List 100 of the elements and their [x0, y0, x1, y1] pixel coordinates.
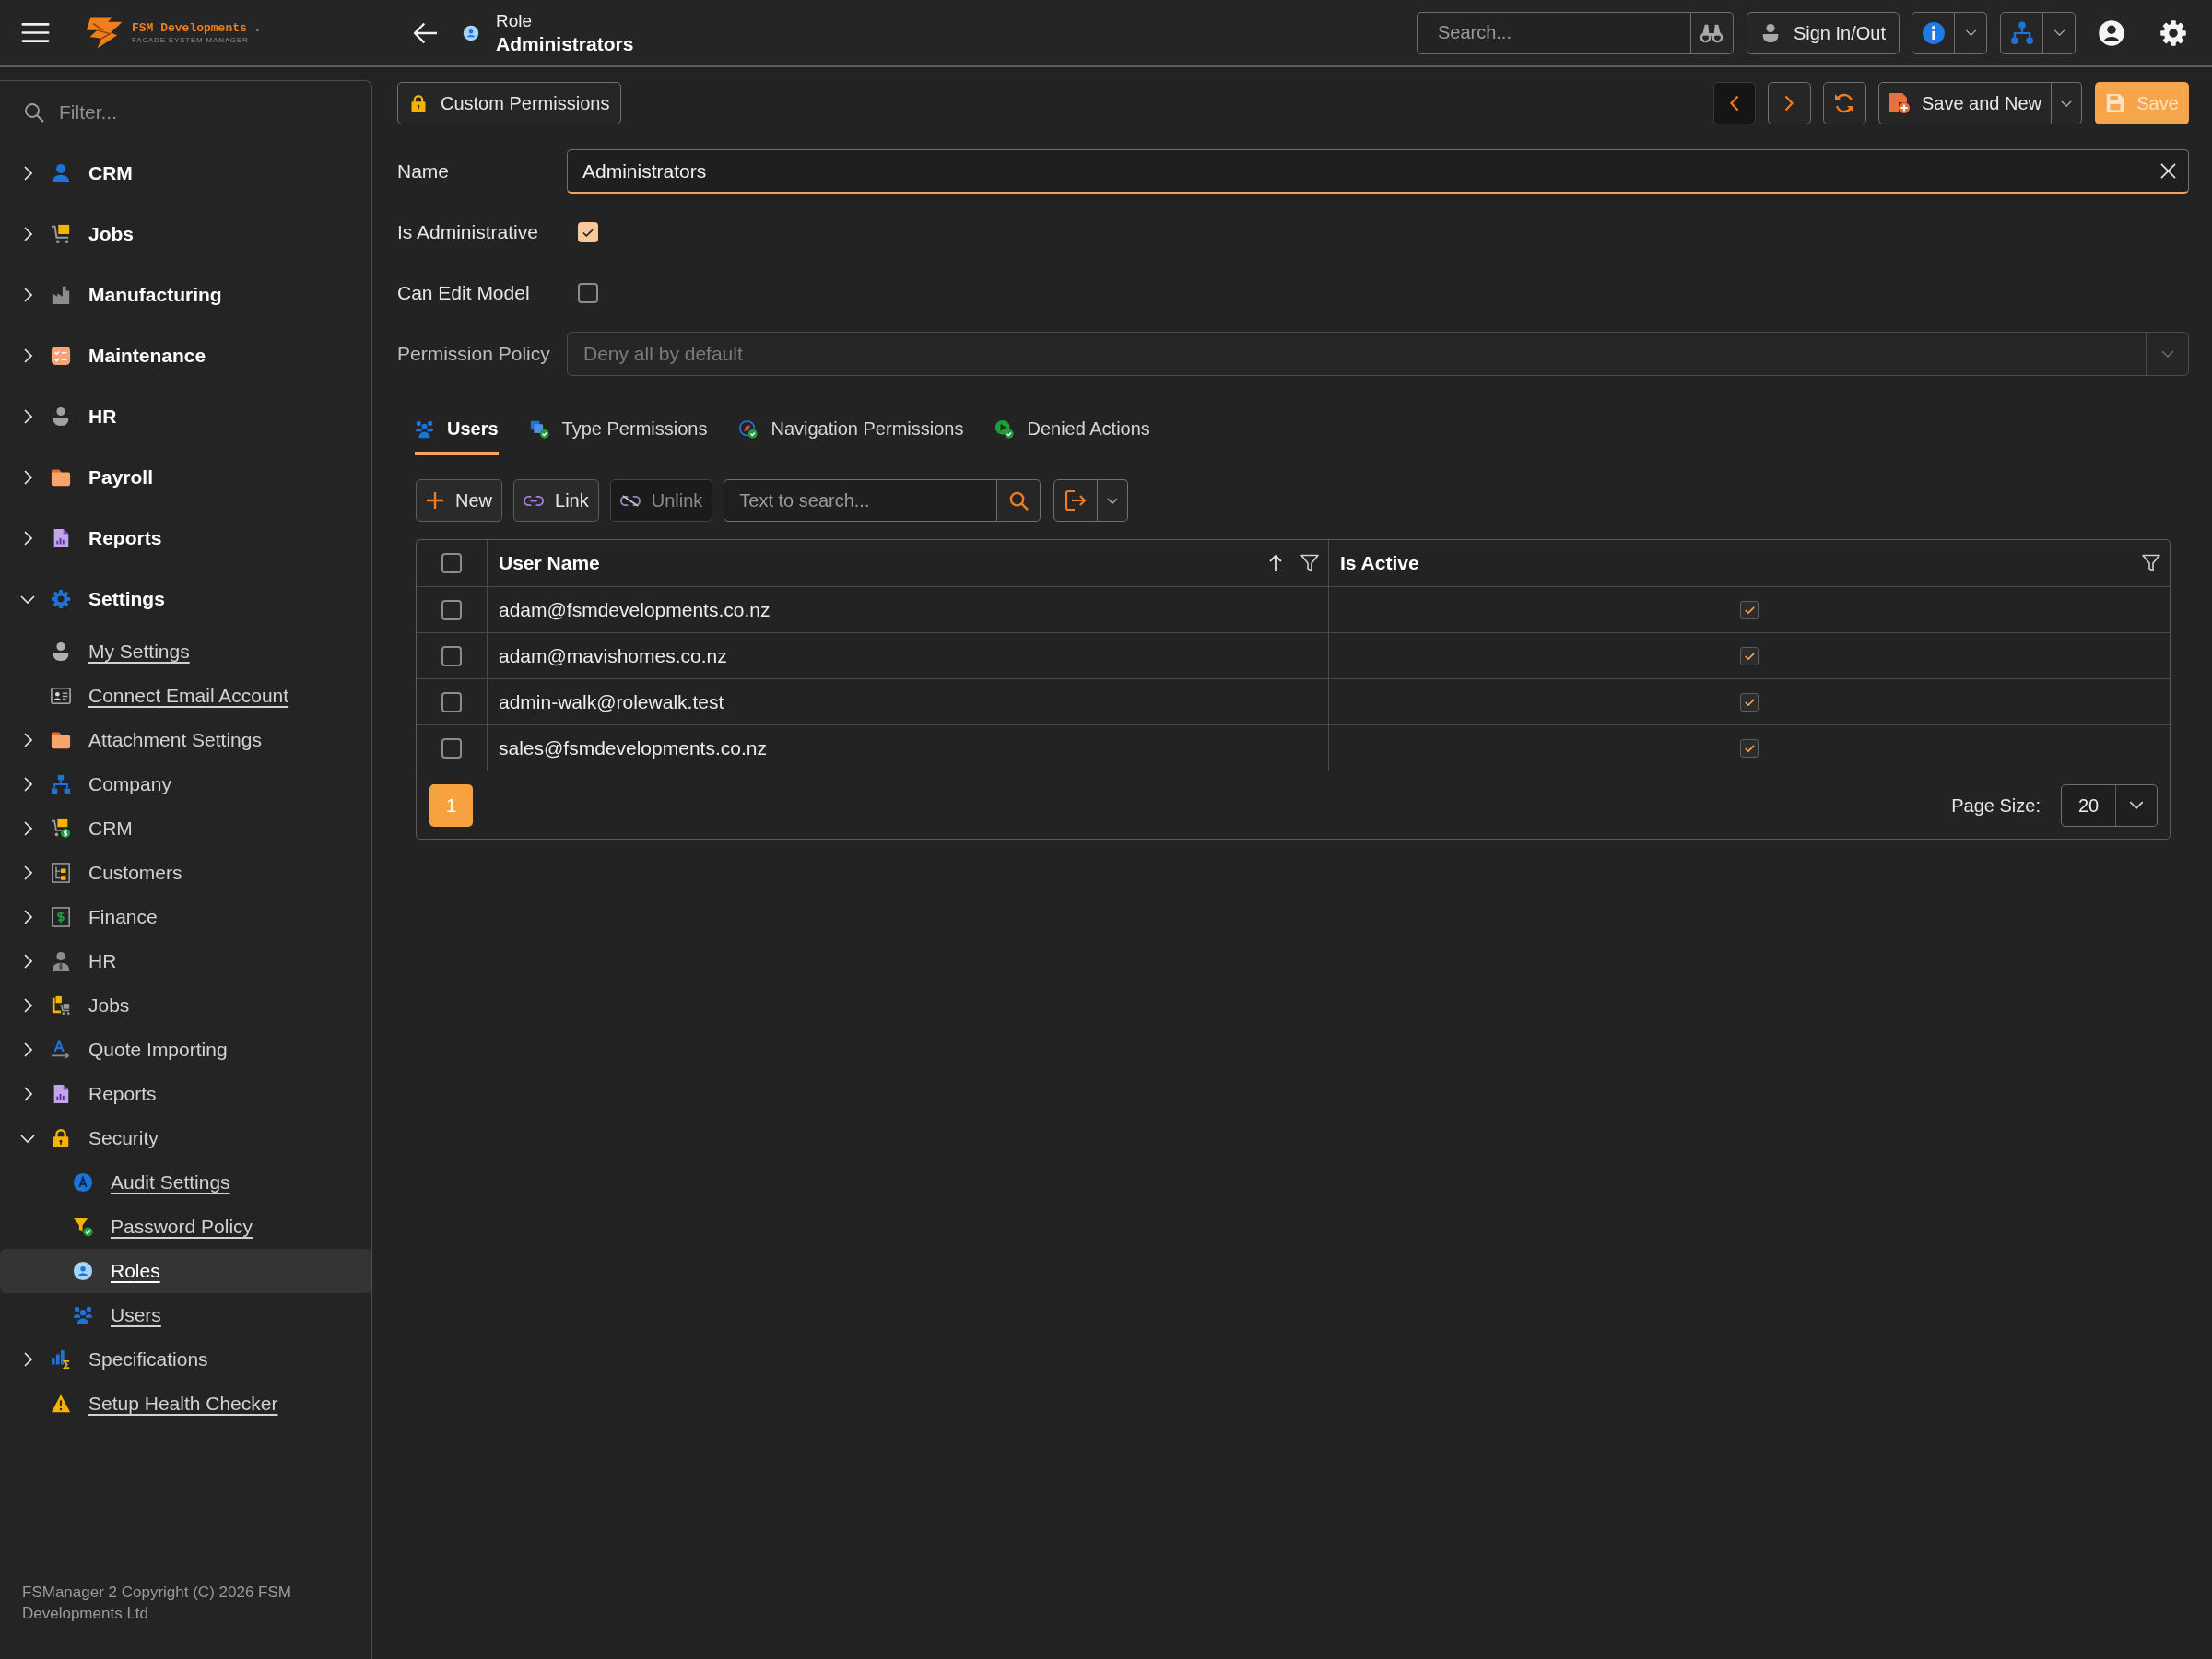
chevron-down-icon[interactable] [20, 594, 35, 604]
chevron-right-icon[interactable] [23, 777, 32, 792]
chevron-right-icon[interactable] [23, 1042, 32, 1057]
factory-icon [51, 285, 71, 305]
nav-item[interactable]: Reports [88, 1079, 157, 1109]
select-all-checkbox[interactable] [441, 553, 462, 573]
checkbox[interactable] [1740, 738, 1759, 758]
chevron-right-icon[interactable] [23, 531, 32, 546]
org-chart-button[interactable] [2000, 11, 2043, 54]
filter-icon[interactable] [2142, 554, 2160, 572]
nav-item[interactable]: Payroll [88, 463, 154, 492]
nav-item[interactable]: Security [88, 1124, 159, 1153]
search-field[interactable]: Search... [1416, 11, 1691, 54]
chevron-right-icon[interactable] [23, 409, 32, 424]
chevron-right-icon[interactable] [23, 348, 32, 363]
chevron-right-icon[interactable] [23, 910, 32, 924]
sign-in-button[interactable]: Sign In/Out [1746, 11, 1900, 54]
nav-item[interactable]: Specifications [88, 1345, 208, 1374]
tab[interactable]: Users [415, 406, 499, 455]
menu-icon[interactable] [21, 22, 50, 43]
lock-icon [409, 93, 428, 113]
dropdown-button[interactable] [2043, 11, 2076, 54]
page-size-dropdown[interactable]: 20 [2061, 783, 2158, 827]
search-button[interactable] [997, 479, 1041, 522]
close-icon[interactable] [2160, 163, 2176, 179]
filter-icon[interactable] [1300, 554, 1319, 572]
nav-item[interactable]: Company [88, 770, 171, 799]
user-circle-icon[interactable] [2098, 18, 2125, 47]
chevron-right-icon[interactable] [23, 865, 32, 880]
row-checkbox[interactable] [441, 645, 462, 666]
chevron-right-icon[interactable] [23, 1352, 32, 1367]
checkbox[interactable] [1740, 692, 1759, 712]
custom-permissions-button[interactable]: Custom Permissions [397, 82, 622, 124]
check-icon [1744, 744, 1755, 752]
checkbox[interactable] [1740, 600, 1759, 619]
row-checkbox[interactable] [441, 599, 462, 620]
nav-link[interactable]: My Settings [88, 637, 190, 666]
copyright-text: FSManager 2 Copyright (C) 2026 FSM Developments Ltd [22, 1583, 292, 1624]
checkbox[interactable] [578, 283, 598, 303]
chevron-down-icon[interactable] [20, 1134, 35, 1143]
nav-item[interactable]: HR [88, 947, 117, 976]
nav-item[interactable]: Jobs [88, 991, 130, 1020]
nav-link[interactable]: Audit Settings [111, 1168, 230, 1197]
next-button[interactable] [1767, 82, 1811, 124]
refresh-button[interactable] [1822, 82, 1866, 124]
chevron-right-icon[interactable] [23, 733, 32, 747]
squares-check-icon [529, 418, 549, 439]
folder-icon [51, 730, 71, 750]
save-and-new-button[interactable]: Save and New [1877, 82, 2052, 124]
nav-item[interactable]: Customers [88, 858, 182, 888]
search-field[interactable]: Text to search... [724, 479, 998, 522]
search-button[interactable] [1690, 11, 1734, 54]
nav-item[interactable]: Manufacturing [88, 280, 222, 310]
chevron-right-icon[interactable] [23, 954, 32, 969]
nav-item[interactable]: Attachment Settings [88, 725, 262, 755]
checkbox[interactable] [1740, 646, 1759, 665]
new-button[interactable]: New [416, 479, 502, 522]
tab[interactable]: Type Permissions [529, 406, 708, 455]
nav-item[interactable]: Finance [88, 902, 158, 932]
dropdown-button[interactable] [2052, 82, 2082, 124]
nav-item[interactable]: HR [88, 402, 117, 431]
chevron-down-icon [2160, 350, 2174, 358]
row-checkbox[interactable] [441, 691, 462, 712]
link-button[interactable]: Link [513, 479, 599, 522]
nav-link[interactable]: Connect Email Account [88, 681, 289, 711]
checkbox[interactable] [578, 222, 598, 242]
chevron-right-icon[interactable] [23, 998, 32, 1013]
chevron-right-icon[interactable] [23, 470, 32, 485]
chevron-right-icon[interactable] [23, 821, 32, 836]
row-checkbox[interactable] [441, 737, 462, 759]
sort-arrow-icon[interactable] [1269, 554, 1282, 572]
back-arrow-icon[interactable] [413, 21, 439, 44]
filter-field[interactable]: Filter... [59, 97, 335, 127]
nav-item[interactable]: Settings [88, 584, 165, 614]
search-icon [24, 101, 44, 123]
column-header[interactable]: Is Active [1340, 548, 1419, 578]
nav-link[interactable]: Setup Health Checker [88, 1389, 278, 1418]
nav-item[interactable]: Jobs [88, 219, 134, 249]
previous-button[interactable] [1712, 82, 1756, 124]
tab[interactable]: Navigation Permissions [738, 406, 964, 455]
text-field[interactable]: Administrators [567, 149, 2189, 194]
export-button[interactable] [1053, 479, 1099, 522]
chevron-right-icon[interactable] [23, 227, 32, 241]
nav-item[interactable]: CRM [88, 814, 133, 843]
info-button[interactable] [1912, 11, 1955, 54]
nav-item[interactable]: CRM [88, 159, 133, 188]
nav-link[interactable]: Users [111, 1300, 161, 1330]
tab[interactable]: Denied Actions [994, 406, 1150, 455]
settings-icon[interactable] [2159, 18, 2187, 47]
nav-item[interactable]: Reports [88, 524, 162, 553]
nav-link[interactable]: Password Policy [111, 1212, 253, 1241]
chevron-right-icon[interactable] [23, 288, 32, 302]
chevron-right-icon[interactable] [23, 1087, 32, 1101]
person-icon [51, 406, 71, 427]
column-header[interactable]: User Name [499, 548, 600, 578]
nav-item[interactable]: Quote Importing [88, 1035, 228, 1065]
nav-item[interactable]: Maintenance [88, 341, 206, 371]
nav-link[interactable]: Roles [111, 1256, 160, 1286]
chevron-right-icon[interactable] [23, 166, 32, 181]
dropdown-button[interactable] [1098, 479, 1129, 522]
